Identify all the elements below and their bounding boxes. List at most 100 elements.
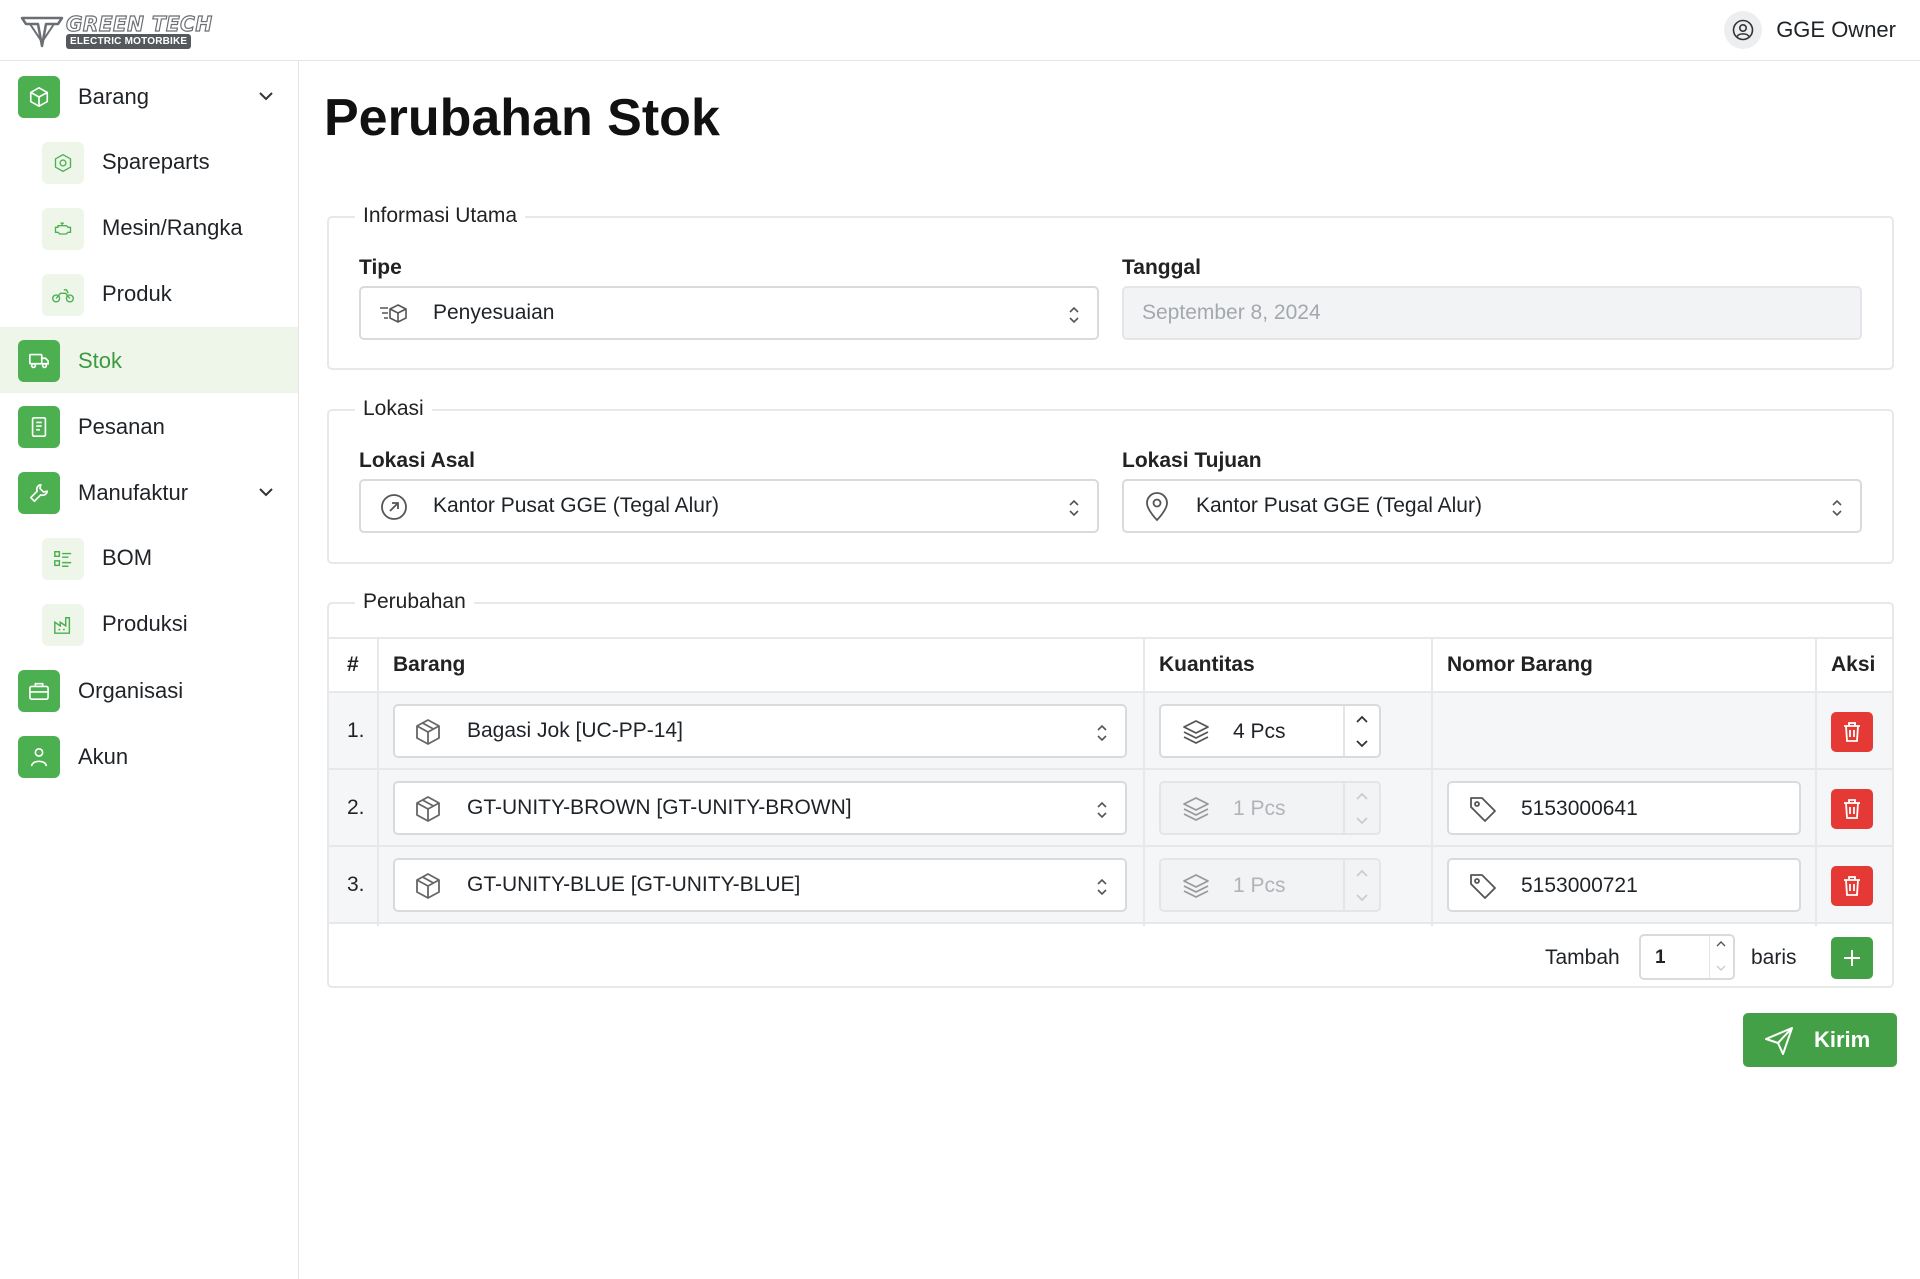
hexagon-nut-icon	[42, 142, 84, 184]
increment-button[interactable]	[1345, 706, 1379, 731]
tambah-label: Tambah	[1545, 946, 1620, 969]
user-menu[interactable]: GGE Owner	[1724, 11, 1896, 49]
lokasi-asal-value: Kantor Pusat GGE (Tegal Alur)	[433, 494, 719, 517]
user-icon	[18, 736, 60, 778]
chevron-down-icon[interactable]	[256, 86, 276, 106]
tipe-value: Penyesuaian	[433, 301, 555, 324]
column-divider	[1815, 637, 1817, 926]
decrement-button[interactable]	[1345, 731, 1379, 756]
sidebar-item-label: Spareparts	[102, 149, 210, 174]
row-count-spinner[interactable]	[1709, 936, 1733, 978]
send-icon	[1765, 1027, 1793, 1055]
sidebar-item-label: Mesin/Rangka	[102, 215, 243, 240]
nomor-barang-input[interactable]: 5153000721	[1447, 858, 1801, 912]
barang-select[interactable]: Bagasi Jok [UC-PP-14]	[393, 704, 1127, 758]
sidebar-item-mesin-rangka[interactable]: Mesin/Rangka	[0, 195, 298, 261]
delete-row-button[interactable]	[1831, 789, 1873, 829]
sidebar-item-akun[interactable]: Akun	[0, 723, 298, 789]
select-arrows-icon	[1097, 801, 1107, 819]
table-header: # Barang Kuantitas Nomor Barang Aksi	[329, 637, 1892, 693]
kuantitas-spinner	[1343, 783, 1379, 833]
sidebar-item-bom[interactable]: BOM	[0, 525, 298, 591]
delete-row-button[interactable]	[1831, 866, 1873, 906]
package-icon	[413, 718, 443, 746]
lokasi-section: Lokasi Lokasi Asal Kantor Pusat GGE (Teg…	[327, 397, 1894, 564]
sidebar-item-label: Produk	[102, 281, 172, 306]
user-name: GGE Owner	[1776, 17, 1896, 42]
delete-row-button[interactable]	[1831, 712, 1873, 752]
sidebar-item-label: Manufaktur	[78, 480, 189, 505]
motorbike-icon	[42, 274, 84, 316]
list-icon	[42, 538, 84, 580]
sidebar-item-label: Barang	[78, 84, 149, 109]
column-divider	[1431, 637, 1433, 926]
tanggal-placeholder: September 8, 2024	[1142, 301, 1321, 324]
lokasi-asal-select[interactable]: Kantor Pusat GGE (Tegal Alur)	[359, 479, 1099, 533]
sidebar-item-produk[interactable]: Produk	[0, 261, 298, 327]
add-row-button[interactable]	[1831, 937, 1873, 979]
nomor-barang-input[interactable]: 5153000641	[1447, 781, 1801, 835]
sidebar-item-label: Akun	[78, 744, 129, 769]
column-header-number: #	[347, 653, 359, 676]
factory-icon	[42, 604, 84, 646]
barang-select[interactable]: GT-UNITY-BROWN [GT-UNITY-BROWN]	[393, 781, 1127, 835]
row-number: 3.	[347, 873, 365, 896]
kuantitas-stepper[interactable]: 4 Pcs	[1159, 704, 1381, 758]
sidebar-item-spareparts[interactable]: Spareparts	[0, 129, 298, 195]
barang-value: Bagasi Jok [UC-PP-14]	[467, 719, 683, 742]
column-header-kuantitas: Kuantitas	[1159, 653, 1255, 676]
sidebar-item-label: Organisasi	[78, 678, 184, 703]
column-header-nomor-barang: Nomor Barang	[1447, 653, 1593, 676]
lokasi-tujuan-select[interactable]: Kantor Pusat GGE (Tegal Alur)	[1122, 479, 1862, 533]
arrow-up-right-circle-icon	[379, 493, 409, 521]
layers-icon	[1183, 874, 1209, 898]
sidebar-item-produksi[interactable]: Produksi	[0, 591, 298, 657]
row-count-input[interactable]: 1	[1639, 934, 1735, 980]
select-arrows-icon	[1069, 306, 1079, 324]
sidebar-item-label: Pesanan	[78, 414, 165, 439]
kuantitas-stepper[interactable]: 1 Pcs	[1159, 781, 1381, 835]
tanggal-field[interactable]: September 8, 2024	[1122, 286, 1862, 340]
table-row: 3. GT-UNITY-BLUE [GT-UNITY-BLUE] 1 Pcs 5…	[329, 847, 1892, 924]
sidebar-item-manufaktur[interactable]: Manufaktur	[0, 459, 298, 525]
layers-icon	[1183, 797, 1209, 821]
kuantitas-spinner	[1343, 860, 1379, 910]
select-arrows-icon	[1832, 499, 1842, 517]
nomor-barang-value: 5153000721	[1521, 874, 1638, 897]
kuantitas-value: 1 Pcs	[1233, 797, 1286, 820]
tipe-select[interactable]: Penyesuaian	[359, 286, 1099, 340]
decrement-button[interactable]	[1345, 885, 1379, 910]
tanggal-label: Tanggal	[1122, 256, 1201, 279]
tag-icon	[1470, 874, 1496, 899]
truck-icon	[18, 340, 60, 382]
brand-logo[interactable]: GREEN TECH ELECTRIC MOTORBIKE	[20, 11, 213, 52]
sidebar-item-label: BOM	[102, 545, 153, 570]
chevron-down-icon[interactable]	[256, 482, 276, 502]
baris-label: baris	[1751, 946, 1797, 969]
sidebar-item-barang[interactable]: Barang	[0, 63, 298, 129]
sidebar-item-pesanan[interactable]: Pesanan	[0, 393, 298, 459]
row-number: 2.	[347, 796, 365, 819]
engine-icon	[42, 208, 84, 250]
decrement-button[interactable]	[1345, 808, 1379, 833]
table-row: 1. Bagasi Jok [UC-PP-14] 4 Pcs	[329, 693, 1892, 770]
receipt-icon	[18, 406, 60, 448]
column-header-aksi: Aksi	[1831, 653, 1876, 676]
kuantitas-stepper[interactable]: 1 Pcs	[1159, 858, 1381, 912]
increment-button[interactable]	[1345, 860, 1379, 885]
increment-button[interactable]	[1345, 783, 1379, 808]
wrench-icon	[18, 472, 60, 514]
barang-select[interactable]: GT-UNITY-BLUE [GT-UNITY-BLUE]	[393, 858, 1127, 912]
barang-value: GT-UNITY-BROWN [GT-UNITY-BROWN]	[467, 796, 852, 819]
row-count-value: 1	[1655, 947, 1666, 968]
brand-logo-mark	[20, 16, 64, 48]
sidebar-item-stok[interactable]: Stok	[0, 327, 298, 393]
package-icon	[413, 872, 443, 900]
box-icon	[18, 76, 60, 118]
select-arrows-icon	[1097, 724, 1107, 742]
kirim-button[interactable]: Kirim	[1743, 1013, 1897, 1067]
sidebar-item-organisasi[interactable]: Organisasi	[0, 657, 298, 723]
page-title: Perubahan Stok	[324, 89, 720, 147]
tipe-label: Tipe	[359, 256, 402, 279]
package-icon	[413, 795, 443, 823]
